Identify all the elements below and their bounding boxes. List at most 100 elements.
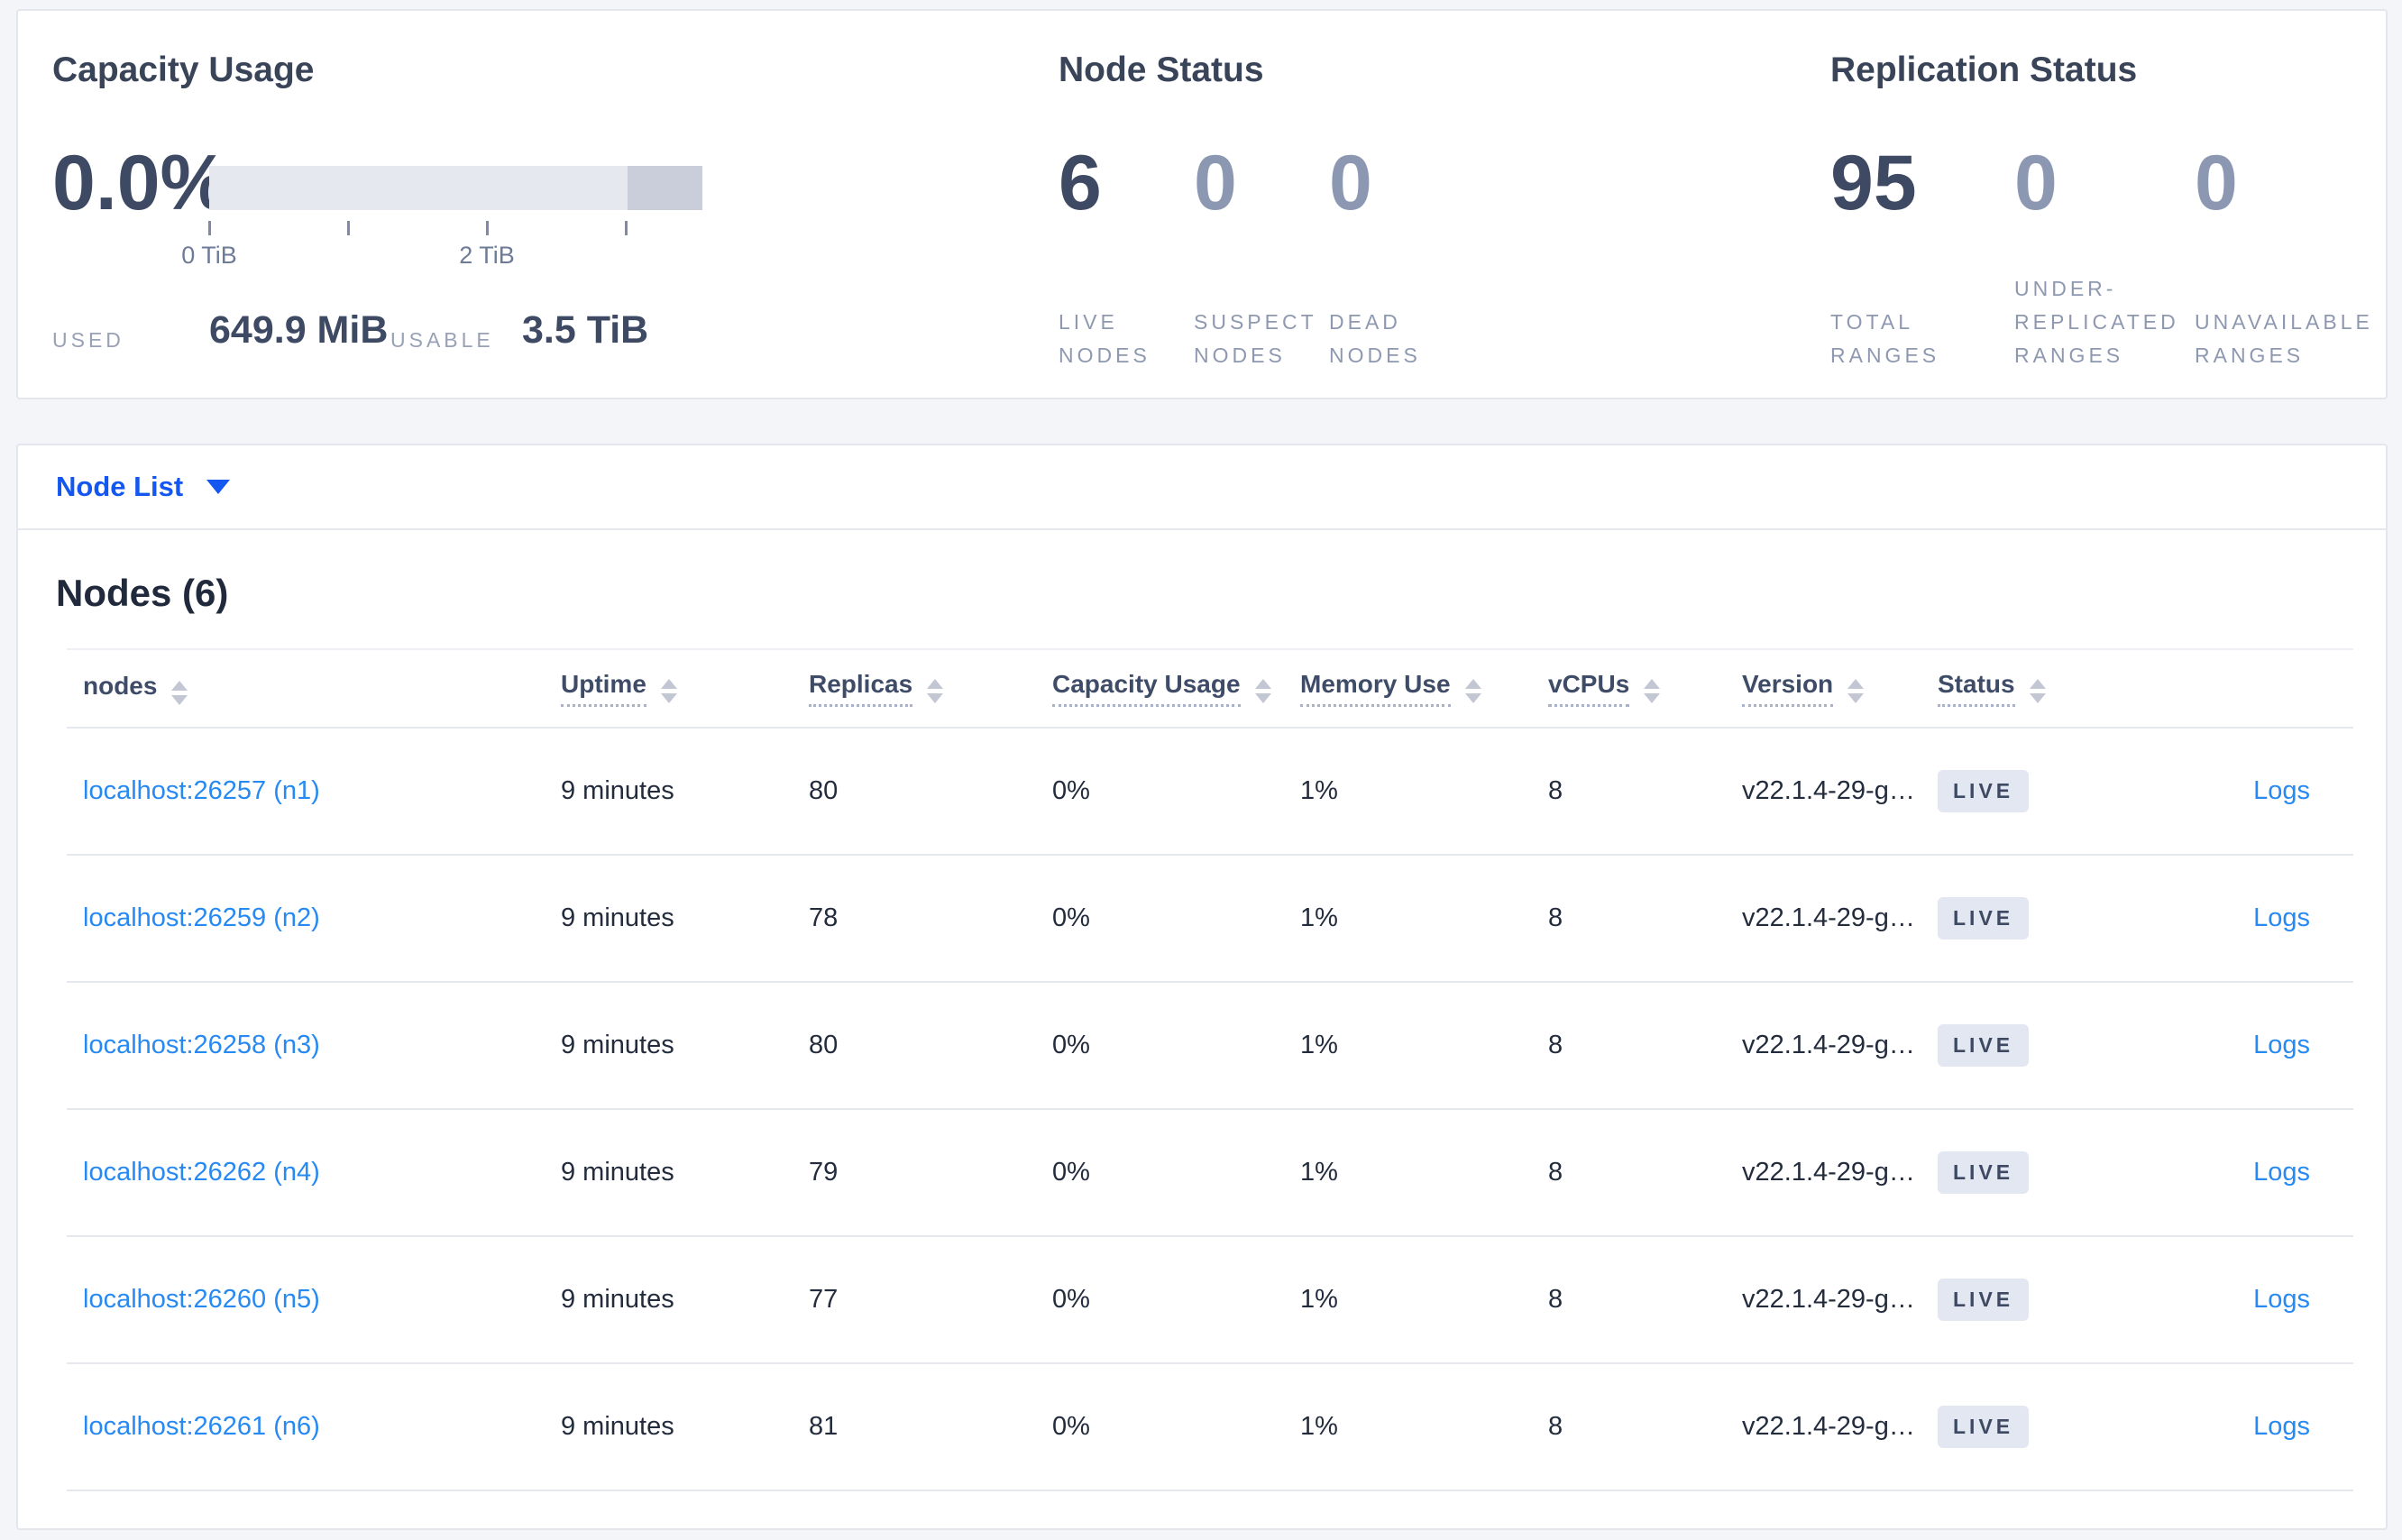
node-status-title: Node Status [1059,50,1264,89]
memory-use-cell: 1% [1300,1412,1338,1441]
nodes-table: nodes Uptime Replicas Capacity Usage Mem… [67,648,2353,1491]
capacity-usage-percent: 0.0% [52,140,230,226]
sort-icon[interactable] [1847,679,1865,703]
node-link[interactable]: localhost:26257 (n1) [83,776,320,805]
version-cell: v22.1.4-29-g… [1742,1031,1915,1059]
vcpus-cell: 8 [1548,776,1563,805]
sort-icon[interactable] [1644,679,1661,703]
logs-link[interactable]: Logs [2253,1285,2310,1314]
table-row: localhost:26257 (n1) 9 minutes 80 0% 1% … [67,729,2353,856]
live-nodes-count: 6 [1059,140,1102,226]
capacity-usage-bar [209,166,702,210]
unavailable-ranges-count: 0 [2195,140,2238,226]
replicas-cell: 80 [809,1031,839,1059]
usable-value: 3.5 TiB [522,308,649,352]
axis-tick [625,221,628,235]
memory-use-cell: 1% [1300,1031,1338,1059]
memory-use-cell: 1% [1300,1158,1338,1187]
table-row: localhost:26260 (n5) 9 minutes 77 0% 1% … [67,1237,2353,1364]
replicas-cell: 78 [809,903,839,932]
table-row: localhost:26262 (n4) 9 minutes 79 0% 1% … [67,1110,2353,1237]
node-link[interactable]: localhost:26262 (n4) [83,1158,320,1187]
node-link[interactable]: localhost:26258 (n3) [83,1031,320,1059]
capacity-bar-nonusable-segment [628,166,702,210]
under-replicated-ranges-label: UNDER-REPLICATED RANGES [2014,277,2179,367]
vcpus-cell: 8 [1548,1031,1563,1059]
column-header-capacity-usage[interactable]: Capacity Usage [1052,670,1300,707]
node-link[interactable]: localhost:26260 (n5) [83,1285,320,1314]
logs-link[interactable]: Logs [2253,1031,2310,1059]
sort-icon[interactable] [1464,679,1481,703]
under-replicated-ranges-count: 0 [2014,140,2058,226]
logs-link[interactable]: Logs [2253,776,2310,805]
logs-link[interactable]: Logs [2253,1158,2310,1187]
sort-icon[interactable] [2029,679,2046,703]
column-header-version[interactable]: Version [1742,670,1938,707]
live-nodes-label: LIVE NODES [1059,310,1151,367]
column-header-status[interactable]: Status [1938,670,2121,707]
used-value: 649.9 MiB [209,308,389,352]
column-header-uptime[interactable]: Uptime [561,670,809,707]
view-mode-dropdown[interactable]: Node List [56,471,231,503]
axis-tick [347,221,350,235]
table-row: localhost:26261 (n6) 9 minutes 81 0% 1% … [67,1364,2353,1491]
column-header-memory-use[interactable]: Memory Use [1300,670,1548,707]
status-badge: LIVE [1938,1024,2030,1067]
caret-down-icon [206,480,231,494]
logs-link[interactable]: Logs [2253,903,2310,932]
version-cell: v22.1.4-29-g… [1742,1412,1915,1441]
logs-link[interactable]: Logs [2253,1412,2310,1441]
status-badge: LIVE [1938,1151,2030,1194]
replicas-cell: 77 [809,1285,839,1314]
capacity-usage-title: Capacity Usage [52,50,315,89]
replicas-cell: 80 [809,776,839,805]
dead-nodes-label: DEAD NODES [1329,310,1421,367]
status-badge: LIVE [1938,897,2030,940]
nodes-count-title: Nodes (6) [56,572,229,614]
uptime-cell: 9 minutes [561,776,674,805]
column-header-replicas[interactable]: Replicas [809,670,1052,707]
column-header-vcpus[interactable]: vCPUs [1548,670,1742,707]
nodes-table-header: nodes Uptime Replicas Capacity Usage Mem… [67,650,2353,729]
dead-nodes-count: 0 [1329,140,1372,226]
suspect-nodes-label: SUSPECT NODES [1194,310,1317,367]
sort-icon[interactable] [171,680,188,705]
uptime-cell: 9 minutes [561,1412,674,1441]
version-cell: v22.1.4-29-g… [1742,1158,1915,1187]
capacity-usage-cell: 0% [1052,776,1090,805]
vcpus-cell: 8 [1548,1412,1563,1441]
cluster-summary-card: Capacity Usage 0.0% 0 TiB 2 TiB USED 649… [16,9,2388,399]
status-badge: LIVE [1938,1406,2030,1448]
table-row: localhost:26258 (n3) 9 minutes 80 0% 1% … [67,983,2353,1110]
sort-icon[interactable] [927,679,944,703]
status-badge: LIVE [1938,1279,2030,1321]
column-header-nodes[interactable]: nodes [67,672,561,706]
version-cell: v22.1.4-29-g… [1742,776,1915,805]
status-badge: LIVE [1938,770,2030,812]
used-label: USED [52,328,124,352]
memory-use-cell: 1% [1300,1285,1338,1314]
sort-icon[interactable] [1254,679,1271,703]
total-ranges-count: 95 [1830,140,1917,226]
capacity-usage-cell: 0% [1052,903,1090,932]
uptime-cell: 9 minutes [561,1285,674,1314]
view-selector-header: Node List [18,445,2386,530]
capacity-usage-cell: 0% [1052,1285,1090,1314]
node-link[interactable]: localhost:26259 (n2) [83,903,320,932]
uptime-cell: 9 minutes [561,1031,674,1059]
usable-label: USABLE [390,328,494,352]
replicas-cell: 79 [809,1158,839,1187]
suspect-nodes-count: 0 [1194,140,1237,226]
node-link[interactable]: localhost:26261 (n6) [83,1412,320,1441]
replication-status-title: Replication Status [1830,50,2138,89]
replicas-cell: 81 [809,1412,839,1441]
capacity-usage-cell: 0% [1052,1031,1090,1059]
uptime-cell: 9 minutes [561,903,674,932]
memory-use-cell: 1% [1300,776,1338,805]
axis-tick [486,221,489,235]
version-cell: v22.1.4-29-g… [1742,1285,1915,1314]
sort-icon[interactable] [660,679,677,703]
vcpus-cell: 8 [1548,903,1563,932]
node-list-card: Node List Nodes (6) nodes Uptime Replica… [16,444,2388,1530]
uptime-cell: 9 minutes [561,1158,674,1187]
